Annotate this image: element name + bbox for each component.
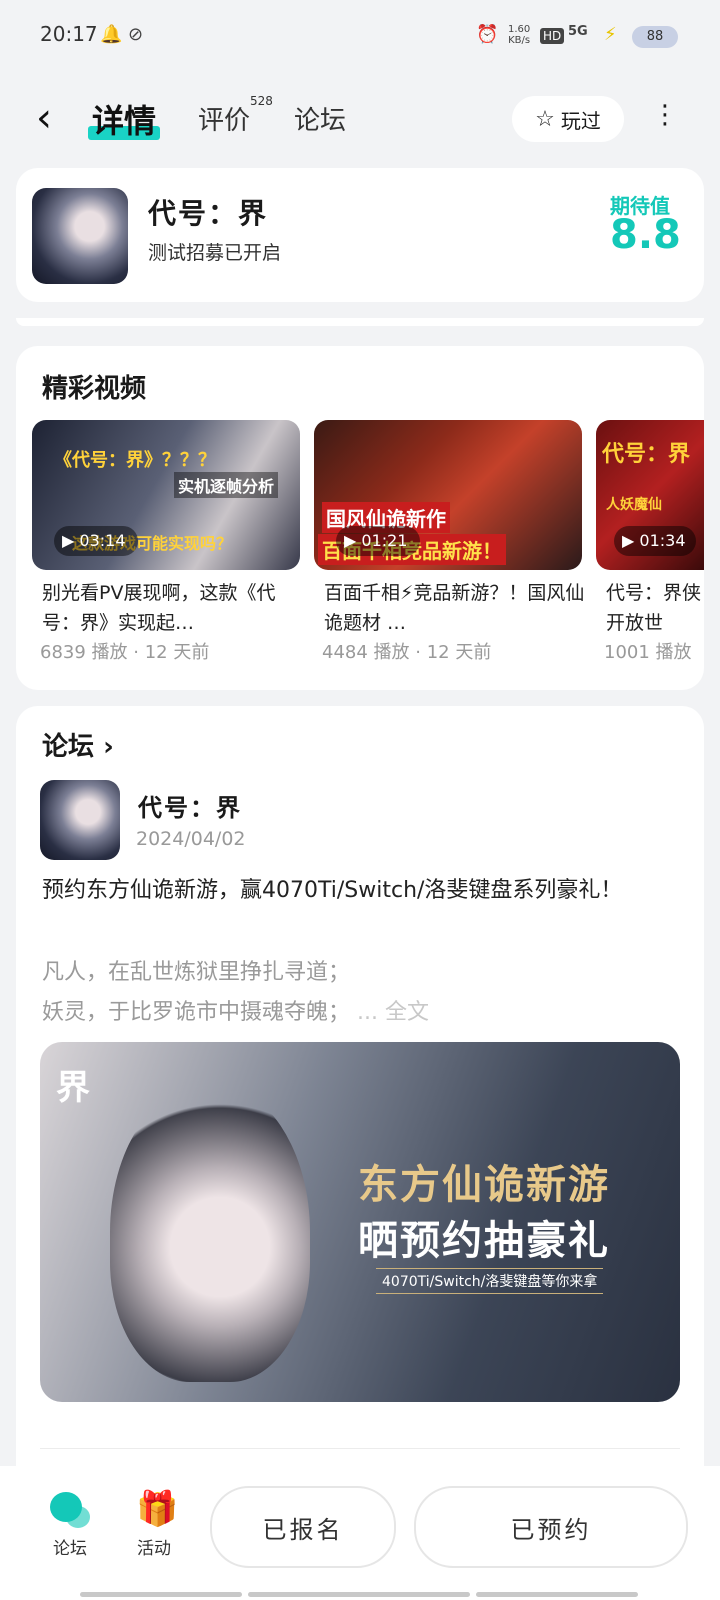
banner-subheadline: 晒预约抽豪礼 <box>358 1217 610 1264</box>
banner-prize-text: 4070Ti/Switch/洛斐键盘等你来拿 <box>376 1268 604 1294</box>
play-icon: ▶ <box>344 531 362 550</box>
video-meta: 4484 播放 · 12 天前 <box>322 642 492 663</box>
status-bar: 20:17 🔔 ⊘ ⏰ 1.60 KB/s HD 5G ⚡ 88 <box>0 0 720 72</box>
video-title[interactable]: 百面千相⚡竞品新游？！国风仙诡题材 … <box>324 578 592 638</box>
back-icon[interactable]: ‹ <box>36 98 52 138</box>
forum-section-title[interactable]: 论坛 › <box>42 726 114 763</box>
forum-nav-label[interactable]: 论坛 <box>53 1534 87 1559</box>
play-icon: ▶ <box>62 531 80 550</box>
video-duration: ▶ 03:14 <box>54 526 138 556</box>
video-meta: 6839 播放 · 12 天前 <box>40 642 210 663</box>
reserved-button[interactable]: 已预约 <box>414 1486 688 1568</box>
thumb-text: 代号：界 <box>602 442 691 467</box>
charging-icon: ⚡ <box>604 24 617 45</box>
banner-headline: 东方仙诡新游 <box>358 1161 610 1208</box>
signal-icon: 5G <box>568 24 588 39</box>
post-excerpt-line: 凡人，在乱世炼狱里挣扎寻道； <box>42 960 351 985</box>
game-icon <box>32 188 128 284</box>
thumb-text: 实机逐帧分析 <box>174 472 279 498</box>
video-duration: ▶ 01:21 <box>336 526 420 556</box>
tab-forum[interactable]: 论坛 <box>294 100 346 137</box>
video-duration: ▶ 01:34 <box>614 526 696 556</box>
reviews-count-badge: 528 <box>250 94 273 108</box>
post-author-avatar[interactable] <box>40 780 120 860</box>
video-meta: 1001 播放 <box>604 642 692 663</box>
read-more-link[interactable]: ... 全文 <box>357 1000 429 1025</box>
tab-details[interactable]: 详情 <box>92 96 156 142</box>
alarm-icon: ⏰ <box>476 24 499 45</box>
video-title[interactable]: 代号：界侠开放世 <box>606 578 704 638</box>
divider <box>40 1448 680 1449</box>
status-time: 20:17 <box>40 22 98 46</box>
card-divider <box>16 318 704 326</box>
gesture-bar-segment <box>476 1592 638 1597</box>
video-thumbnail[interactable]: 代号：界 人妖魔仙 ▶ 01:34 <box>596 420 704 570</box>
gift-icon[interactable]: 🎁 <box>136 1490 178 1528</box>
post-excerpt-line: 妖灵，于比罗诡市中摄魂夺魄； ... 全文 <box>42 1000 429 1025</box>
character-art <box>110 1082 310 1382</box>
tab-reviews[interactable]: 评价 <box>198 100 250 137</box>
gesture-bar-segment <box>80 1592 242 1597</box>
play-icon: ▶ <box>622 531 640 550</box>
star-icon: ☆ <box>535 106 555 132</box>
chevron-right-icon: › <box>94 732 114 762</box>
game-title: 代号：界 <box>148 197 269 230</box>
hd-icon: HD <box>540 28 565 44</box>
post-date: 2024/04/02 <box>136 828 246 850</box>
thumb-text: 《代号：界》？？？ <box>54 450 216 471</box>
app-notification-icon: ⊘ <box>128 24 144 45</box>
registered-button[interactable]: 已报名 <box>210 1486 396 1568</box>
videos-section-title: 精彩视频 <box>42 374 147 404</box>
net-speed: 1.60 KB/s <box>508 24 531 46</box>
played-label: 玩过 <box>560 108 601 133</box>
battery-indicator: 88 <box>632 26 678 48</box>
banner-logo: 界 <box>56 1068 90 1108</box>
notification-bell-icon: 🔔 <box>100 24 123 45</box>
played-button[interactable]: ☆ 玩过 <box>512 96 624 142</box>
post-banner-image[interactable]: 界 东方仙诡新游 晒预约抽豪礼 4070Ti/Switch/洛斐键盘等你来拿 <box>40 1042 680 1402</box>
activity-nav-label[interactable]: 活动 <box>137 1534 171 1559</box>
more-options-icon[interactable]: ⋮ <box>652 102 678 128</box>
video-title[interactable]: 别光看PV展现啊，这款《代号：界》实现起… <box>42 578 310 638</box>
post-author-name[interactable]: 代号：界 <box>138 788 242 823</box>
forum-chat-icon[interactable] <box>50 1492 90 1528</box>
expect-value: 8.8 <box>610 212 681 258</box>
thumb-text: 人妖魔仙 <box>606 497 662 513</box>
gesture-bar-segment <box>248 1592 470 1597</box>
post-title[interactable]: 预约东方仙诡新游，赢4070Ti/Switch/洛斐键盘系列豪礼！ <box>42 872 682 910</box>
game-subtitle: 测试招募已开启 <box>148 242 282 264</box>
